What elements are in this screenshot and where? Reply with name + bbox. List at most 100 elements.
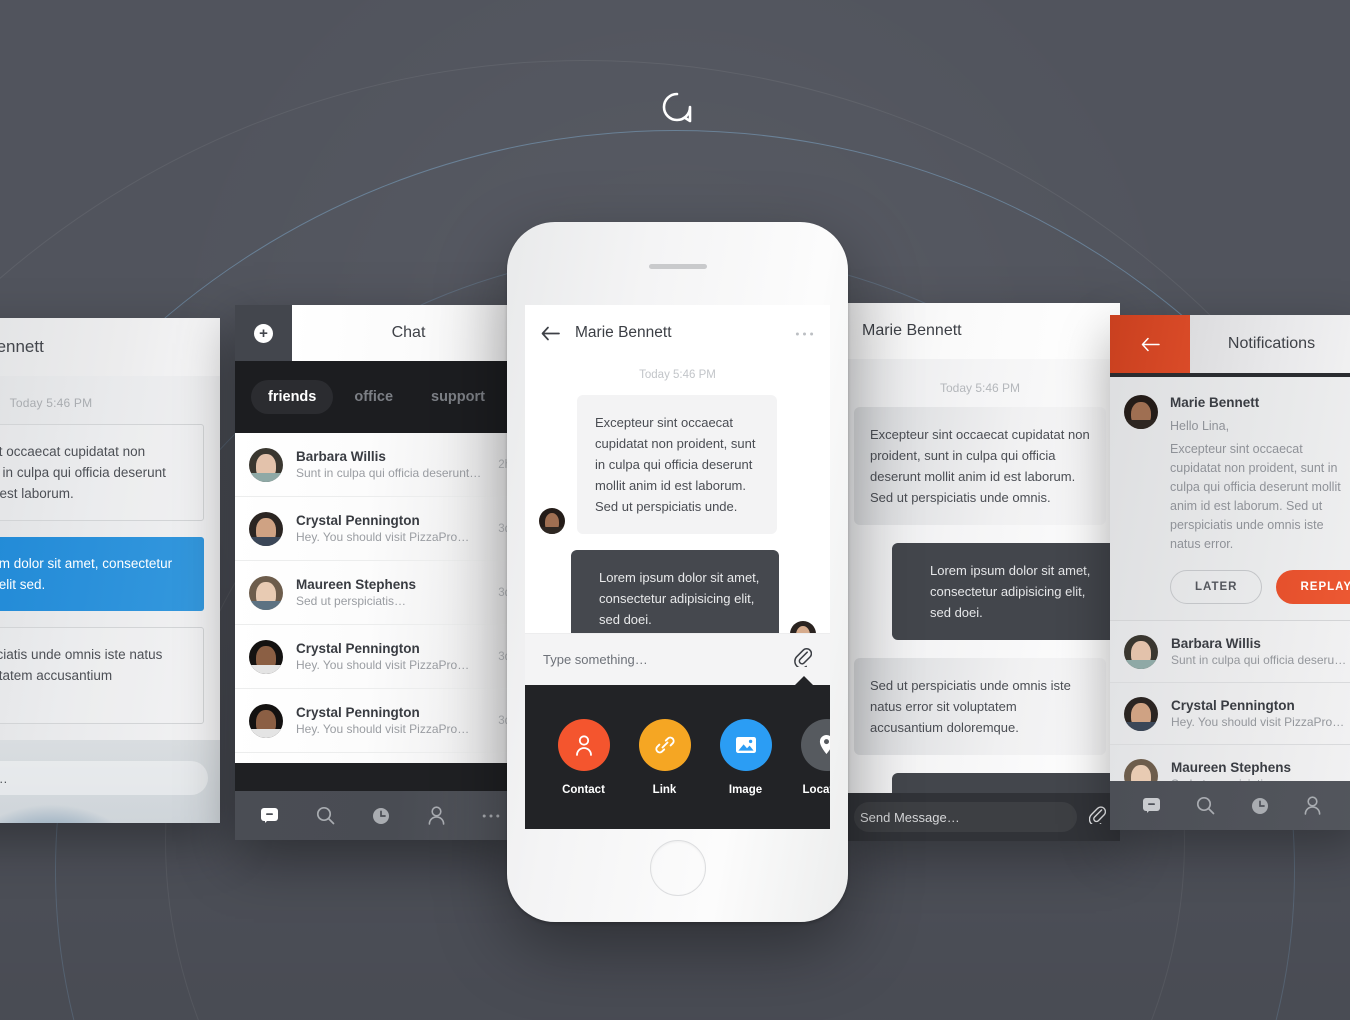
- mockup-stage: Marie Bennett Today 5:46 PM Excepteur si…: [0, 0, 1350, 1020]
- avatar: [1124, 634, 1158, 669]
- search-icon[interactable]: [1196, 796, 1215, 815]
- notifications-tabbar: [1110, 781, 1350, 830]
- left-chat-panel: Marie Bennett Today 5:46 PM Excepteur si…: [0, 318, 220, 823]
- avatar: [539, 508, 565, 534]
- attachment-contact-label: Contact: [562, 783, 605, 796]
- list-item-name: Maureen Stephens: [296, 577, 417, 592]
- list-item-name: Maureen Stephens: [1171, 760, 1292, 775]
- list-item-name: Crystal Pennington: [296, 641, 420, 656]
- notifications-header: Notifications: [1110, 315, 1350, 373]
- image-icon: [719, 718, 772, 771]
- notification-message: Excepteur sint occaecat cupidatat non pr…: [1170, 442, 1341, 551]
- list-item[interactable]: Maureen Stephens Sed ut perspiciatis… 3d: [235, 561, 525, 625]
- message-row-incoming: Excepteur sint occaecat cupidatat non pr…: [539, 395, 816, 534]
- attachment-location[interactable]: Location: [786, 718, 830, 796]
- search-icon[interactable]: [316, 806, 335, 825]
- attachment-contact[interactable]: Contact: [543, 718, 624, 796]
- person-icon[interactable]: [1304, 796, 1321, 815]
- list-item-preview: Sunt in culpa qui officia deserunt…: [296, 466, 482, 480]
- left-panel-send-row: Send Message…: [0, 761, 220, 795]
- list-item[interactable]: Crystal Pennington Hey. You should visit…: [235, 753, 525, 763]
- more-dots-icon[interactable]: [482, 813, 500, 819]
- list-item[interactable]: Crystal Pennington Hey. You should visit…: [235, 625, 525, 689]
- chat-bubble-icon[interactable]: [260, 807, 279, 824]
- attachment-image[interactable]: Image: [705, 718, 786, 796]
- list-item[interactable]: Crystal Pennington Hey. You should visit…: [1110, 683, 1350, 745]
- notifications-title: Notifications: [1190, 315, 1350, 373]
- notification-sender: Marie Bennett: [1170, 395, 1260, 410]
- list-item[interactable]: Barbara Willis Sunt in culpa qui officia…: [235, 433, 525, 497]
- mid-panel-timestamp: Today 5:46 PM: [939, 381, 1021, 395]
- tab-chat[interactable]: Chat: [292, 305, 525, 361]
- send-message-input[interactable]: Send Message…: [854, 802, 1077, 832]
- mid-chat-panel: Marie Bennett Today 5:46 PM Excepteur si…: [840, 303, 1120, 841]
- list-item-preview: Sunt in culpa qui officia deserunt…: [1171, 653, 1350, 667]
- phone-screen: Marie Bennett Today 5:46 PM Excepteur si…: [525, 305, 830, 829]
- mid-panel-title: Marie Bennett: [862, 322, 962, 339]
- filter-chip-support[interactable]: support: [414, 380, 502, 414]
- chat-filter-chips: friends office support travel: [235, 361, 525, 433]
- message-input[interactable]: Type something…: [543, 652, 794, 667]
- add-chat-button[interactable]: +: [235, 305, 292, 361]
- list-item[interactable]: Crystal Pennington Hey. You should visit…: [235, 497, 525, 561]
- avatar: [249, 575, 283, 610]
- clock-icon[interactable]: [1251, 797, 1269, 815]
- list-item-preview: Hey. You should visit PizzaPro…: [296, 530, 470, 544]
- list-item-name: Crystal Pennington: [1171, 698, 1295, 713]
- phone-messages: Excepteur sint occaecat cupidatat non pr…: [525, 395, 830, 647]
- list-item-name: Crystal Pennington: [296, 513, 420, 528]
- chat-bubble-icon[interactable]: [1142, 797, 1161, 814]
- attachment-image-label: Image: [728, 783, 763, 796]
- list-item-preview: Hey. You should visit PizzaPro…: [296, 658, 470, 672]
- message-bubble-outgoing: Lorem ipsum dolor sit amet, consectetur …: [892, 543, 1120, 640]
- chat-list-tabbar: [235, 791, 525, 840]
- later-button[interactable]: LATER: [1170, 570, 1263, 604]
- paperclip-icon[interactable]: [794, 647, 813, 672]
- arrow-left-icon[interactable]: [1110, 315, 1190, 373]
- clock-icon[interactable]: [372, 807, 390, 825]
- notification-card: Marie Bennett Hello Lina, Excepteur sint…: [1110, 377, 1350, 620]
- phone-mockup: Marie Bennett Today 5:46 PM Excepteur si…: [507, 222, 848, 922]
- location-pin-icon: [800, 718, 830, 771]
- list-item-name: Crystal Pennington: [296, 705, 420, 720]
- list-item[interactable]: Barbara Willis Sunt in culpa qui officia…: [1110, 621, 1350, 683]
- filter-chip-friends[interactable]: friends: [251, 380, 334, 414]
- phone-header: Marie Bennett: [525, 305, 830, 361]
- message-bubble: Excepteur sint occaecat cupidatat non pr…: [854, 407, 1106, 525]
- avatar: [249, 511, 283, 546]
- paperclip-icon[interactable]: [1088, 805, 1107, 829]
- left-panel-title: Marie Bennett: [0, 337, 44, 356]
- notification-greeting: Hello Lina,: [1170, 419, 1230, 433]
- avatar: [1124, 696, 1158, 731]
- chat-list-panel: + Chat friends office support travel Bar…: [235, 305, 525, 840]
- person-icon[interactable]: [428, 806, 445, 825]
- message-input-row[interactable]: Type something…: [525, 633, 830, 685]
- avatar: [1124, 395, 1158, 429]
- left-panel-timestamp: Today 5:46 PM: [9, 396, 93, 410]
- list-item[interactable]: Crystal Pennington Hey. You should visit…: [235, 689, 525, 753]
- phone-timestamp: Today 5:46 PM: [639, 369, 716, 381]
- avatar: [249, 639, 283, 674]
- phone-home-button[interactable]: [649, 840, 706, 896]
- phone-speaker: [648, 264, 707, 269]
- send-message-input[interactable]: Send Message…: [0, 761, 208, 795]
- left-panel-body: Today 5:46 PM Excepteur sint occaecat cu…: [0, 396, 220, 724]
- more-dots-icon[interactable]: [795, 324, 814, 342]
- message-bubble: Sed ut perspiciatis unde omnis iste natu…: [854, 658, 1106, 755]
- attachment-link[interactable]: Link: [624, 718, 705, 796]
- replay-button[interactable]: REPLAY: [1276, 570, 1350, 604]
- filter-chip-office[interactable]: office: [337, 380, 410, 414]
- list-item-name: Barbara Willis: [296, 449, 386, 464]
- message-bubble: Sed ut perspiciatis unde omnis iste natu…: [0, 627, 204, 724]
- attachment-location-label: Location: [802, 783, 830, 796]
- notification-actions: LATER REPLAY: [1170, 570, 1350, 604]
- attachment-tray: Contact Link Image Loca: [525, 676, 830, 829]
- attachment-link-label: Link: [652, 783, 677, 796]
- speech-bubble-icon: [657, 88, 697, 128]
- chat-list-rows: Barbara Willis Sunt in culpa qui officia…: [235, 433, 525, 763]
- phone-title: Marie Bennett: [575, 324, 672, 341]
- mid-panel-send-row: Send Message…: [840, 793, 1120, 841]
- list-item-name: Barbara Willis: [1171, 636, 1261, 651]
- person-icon: [557, 718, 610, 771]
- arrow-left-icon[interactable]: [541, 326, 567, 341]
